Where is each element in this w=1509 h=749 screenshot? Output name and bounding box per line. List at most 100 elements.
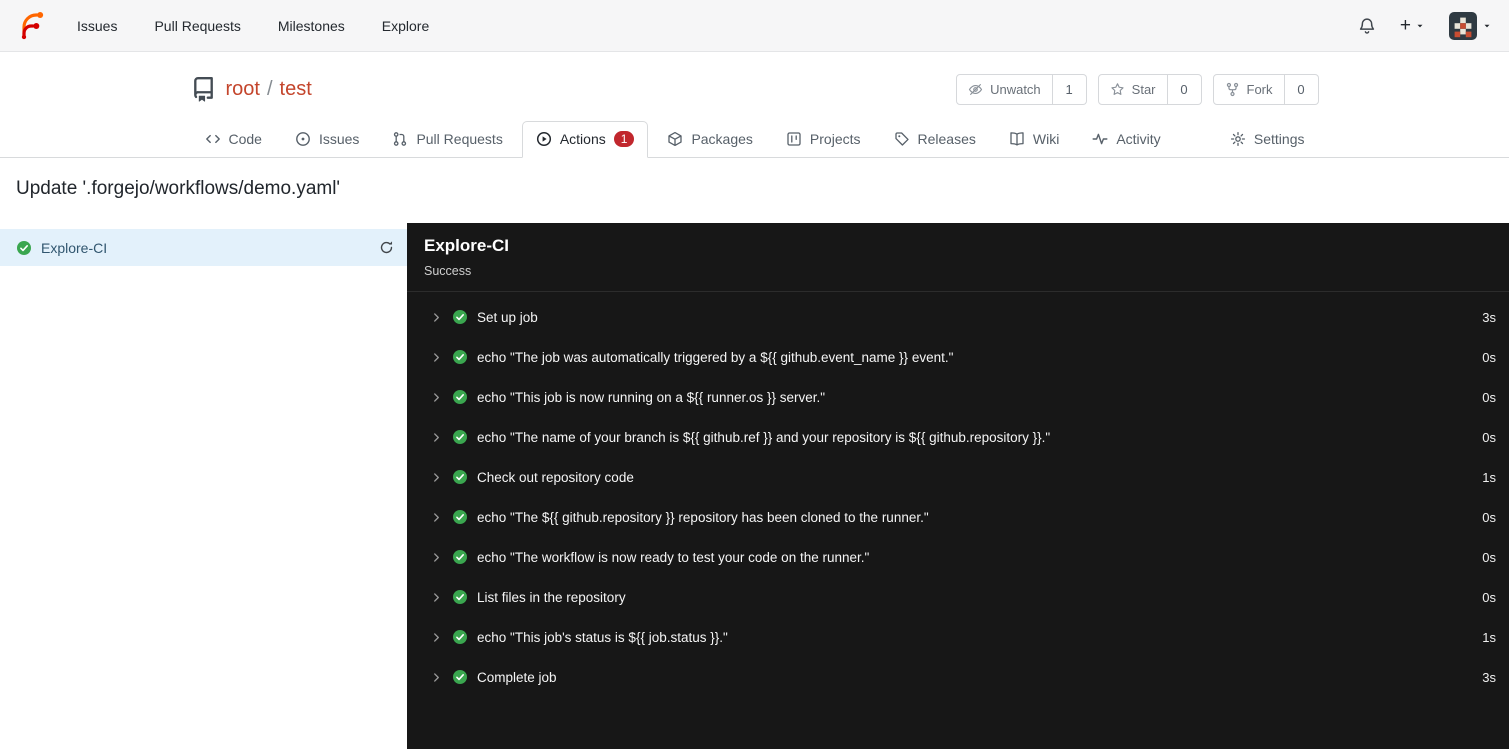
step-duration: 3s — [1482, 309, 1496, 325]
chevron-right-icon[interactable] — [430, 511, 443, 524]
unwatch-button-group: Unwatch 1 — [956, 74, 1087, 105]
chevron-right-icon[interactable] — [430, 311, 443, 324]
repo-name-link[interactable]: test — [280, 78, 312, 101]
repo-title-row: root / test Unwatch 1 Star 0 Fork 0 — [191, 74, 1319, 105]
job-panel-title: Explore-CI — [424, 236, 510, 255]
tag-icon — [894, 131, 910, 147]
fork-label: Fork — [1246, 82, 1273, 97]
step-row-3[interactable]: echo "This job is now running on a ${{ r… — [407, 377, 1509, 417]
tab-activity[interactable]: Activity — [1078, 121, 1174, 158]
chevron-right-icon[interactable] — [430, 431, 443, 444]
navbar-item-explore[interactable]: Explore — [382, 18, 429, 34]
pulse-icon — [1092, 131, 1108, 147]
step-row-1[interactable]: Set up job 3s — [407, 297, 1509, 337]
tab-label: Settings — [1253, 131, 1305, 147]
tab-label: Releases — [917, 131, 976, 147]
step-duration: 0s — [1482, 549, 1496, 565]
star-button-group: Star 0 — [1097, 74, 1202, 105]
user-menu[interactable] — [1449, 11, 1492, 40]
star-button[interactable]: Star — [1097, 74, 1168, 105]
navbar-item-milestones[interactable]: Milestones — [278, 18, 345, 34]
forgejo-logo[interactable] — [17, 11, 47, 41]
chevron-right-icon[interactable] — [430, 351, 443, 364]
step-name: echo "This job's status is ${{ job.statu… — [477, 629, 728, 645]
tab-settings[interactable]: Settings — [1216, 121, 1319, 158]
repo-header: root / test Unwatch 1 Star 0 Fork 0 Code Issue… — [0, 52, 1509, 158]
job-log-panel: Explore-CI Success Set up job 3s echo "The… — [407, 223, 1509, 749]
step-success-icon — [452, 509, 468, 525]
workflow-run-title: Update '.forgejo/workflows/demo.yaml' — [16, 178, 341, 199]
job-item-explore-ci[interactable]: Explore-CI — [0, 229, 407, 266]
tab-actions[interactable]: Actions 1 — [521, 121, 649, 158]
step-duration: 0s — [1482, 589, 1496, 605]
navbar-links: Issues Pull Requests Milestones Explore — [77, 18, 429, 34]
eye-slash-icon — [968, 82, 983, 97]
step-row-6[interactable]: echo "The ${{ github.repository }} repos… — [407, 497, 1509, 537]
job-panel-header: Explore-CI Success — [407, 223, 1509, 292]
fork-count[interactable]: 0 — [1284, 74, 1319, 105]
chevron-down-icon — [1415, 21, 1425, 31]
actions-count-badge: 1 — [613, 131, 635, 147]
step-duration: 0s — [1482, 429, 1496, 445]
repo-tab-bar: Code Issues Pull Requests Actions 1 Packages P… — [0, 121, 1509, 158]
tab-label: Issues — [318, 131, 360, 147]
step-duration: 3s — [1482, 669, 1496, 685]
chevron-right-icon[interactable] — [430, 471, 443, 484]
step-row-9[interactable]: echo "This job's status is ${{ job.statu… — [407, 617, 1509, 657]
notifications-bell-icon[interactable] — [1358, 17, 1376, 35]
unwatch-count[interactable]: 1 — [1052, 74, 1087, 105]
navbar-item-issues[interactable]: Issues — [77, 18, 117, 34]
step-name: Complete job — [477, 669, 557, 685]
tab-packages[interactable]: Packages — [653, 121, 766, 158]
chevron-right-icon[interactable] — [430, 671, 443, 684]
fork-button-group: Fork 0 — [1212, 74, 1319, 105]
tab-wiki[interactable]: Wiki — [995, 121, 1073, 158]
chevron-right-icon[interactable] — [430, 591, 443, 604]
navbar-item-pull-requests[interactable]: Pull Requests — [154, 18, 240, 34]
chevron-down-icon — [1482, 21, 1492, 31]
star-count[interactable]: 0 — [1167, 74, 1202, 105]
tab-issues[interactable]: Issues — [281, 121, 373, 158]
create-new-button[interactable]: + — [1400, 16, 1425, 35]
chevron-right-icon[interactable] — [430, 631, 443, 644]
step-row-7[interactable]: echo "The workflow is now ready to test … — [407, 537, 1509, 577]
step-name: echo "The ${{ github.repository }} repos… — [477, 509, 929, 525]
step-row-4[interactable]: echo "The name of your branch is ${{ git… — [407, 417, 1509, 457]
steps-list: Set up job 3s echo "The job was automatica… — [407, 292, 1509, 697]
repo-owner-link[interactable]: root — [226, 78, 260, 101]
fork-button[interactable]: Fork — [1212, 74, 1285, 105]
step-row-5[interactable]: Check out repository code 1s — [407, 457, 1509, 497]
step-success-icon — [452, 349, 468, 365]
step-row-8[interactable]: List files in the repository 0s — [407, 577, 1509, 617]
step-success-icon — [452, 629, 468, 645]
unwatch-button[interactable]: Unwatch — [956, 74, 1053, 105]
star-label: Star — [1131, 82, 1156, 97]
step-name: echo "The job was automatically triggere… — [477, 349, 954, 365]
tab-pull-requests[interactable]: Pull Requests — [378, 121, 516, 158]
step-success-icon — [452, 549, 468, 565]
repo-separator: / — [266, 78, 273, 100]
rerun-job-icon[interactable] — [379, 240, 394, 255]
job-name: Explore-CI — [41, 239, 108, 256]
run-content: Explore-CI Explore-CI Success Set up job… — [0, 223, 1509, 749]
tab-code[interactable]: Code — [191, 121, 276, 158]
tab-label: Activity — [1116, 131, 1161, 147]
step-row-10[interactable]: Complete job 3s — [407, 657, 1509, 697]
chevron-right-icon[interactable] — [430, 391, 443, 404]
tab-label: Packages — [691, 131, 753, 147]
step-success-icon — [452, 589, 468, 605]
navbar-right: + — [1358, 11, 1492, 40]
tab-releases[interactable]: Releases — [880, 121, 990, 158]
book-icon — [1009, 131, 1025, 147]
top-navbar: Issues Pull Requests Milestones Explore + — [0, 0, 1509, 52]
step-name: echo "The workflow is now ready to test … — [477, 549, 870, 565]
play-circle-icon — [536, 131, 552, 147]
step-name: echo "This job is now running on a ${{ r… — [477, 389, 826, 405]
repo-tabs: Code Issues Pull Requests Actions 1 Packages P… — [191, 121, 1175, 158]
tab-projects[interactable]: Projects — [772, 121, 875, 158]
step-success-icon — [452, 429, 468, 445]
package-icon — [667, 131, 683, 147]
chevron-right-icon[interactable] — [430, 551, 443, 564]
step-row-2[interactable]: echo "The job was automatically triggere… — [407, 337, 1509, 377]
step-duration: 0s — [1482, 349, 1496, 365]
